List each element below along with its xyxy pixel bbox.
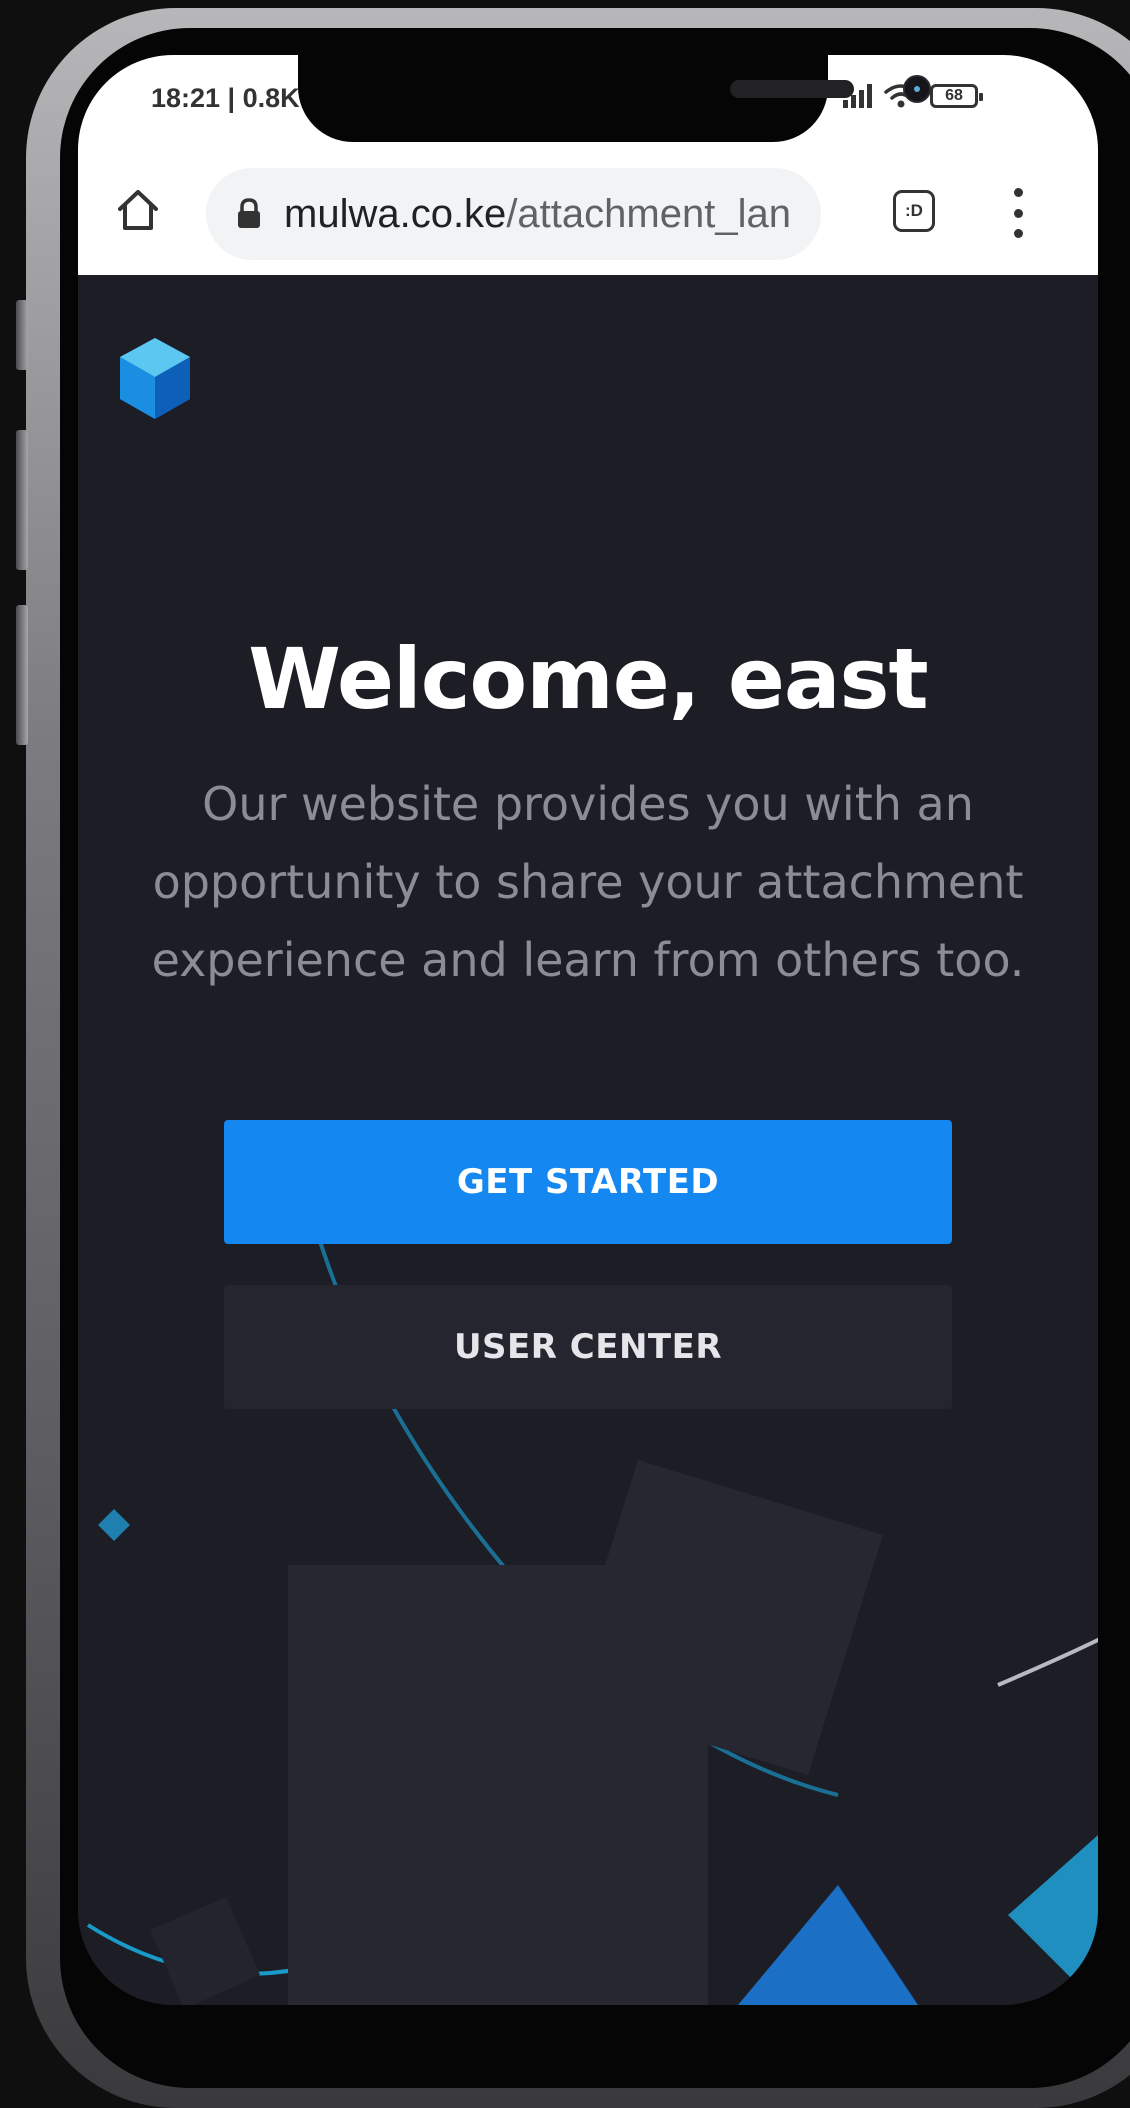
- tab-switcher-icon[interactable]: :D: [893, 190, 935, 232]
- camera-notch: [298, 55, 931, 142]
- cube-logo-icon: [120, 338, 190, 419]
- status-time: 18:21 | 0.8K: [151, 83, 300, 113]
- user-center-button[interactable]: USER CENTER: [224, 1285, 952, 1409]
- earpiece-speaker: [730, 80, 854, 98]
- front-camera: [903, 75, 931, 103]
- phone-mockup: 18:21 | 0.8K 68 mulwa.co.ke/attachment_l…: [0, 0, 1130, 2108]
- page-title: Welcome, east: [248, 630, 928, 728]
- get-started-button[interactable]: GET STARTED: [224, 1120, 952, 1244]
- lock-icon: [238, 198, 260, 228]
- url-path: /attachment_lan: [506, 192, 791, 236]
- browser-toolbar: mulwa.co.ke/attachment_lan :D: [78, 150, 1098, 275]
- hero-description: Our website provides you with an opportu…: [151, 777, 1025, 987]
- more-vert-icon[interactable]: [1008, 188, 1028, 238]
- battery-icon: 68: [930, 84, 983, 108]
- landing-page: Welcome, east Our website provides you w…: [78, 275, 1098, 2005]
- phone-screen: 18:21 | 0.8K 68 mulwa.co.ke/attachment_l…: [78, 55, 1098, 2005]
- address-bar[interactable]: mulwa.co.ke/attachment_lan: [206, 168, 821, 260]
- mute-switch: [16, 300, 28, 370]
- url-domain: mulwa.co.ke: [284, 192, 507, 236]
- volume-up-button: [16, 430, 28, 570]
- url-text: mulwa.co.ke/attachment_lan: [284, 192, 804, 237]
- volume-down-button: [16, 605, 28, 745]
- home-icon: [118, 190, 158, 230]
- home-button[interactable]: [108, 180, 168, 240]
